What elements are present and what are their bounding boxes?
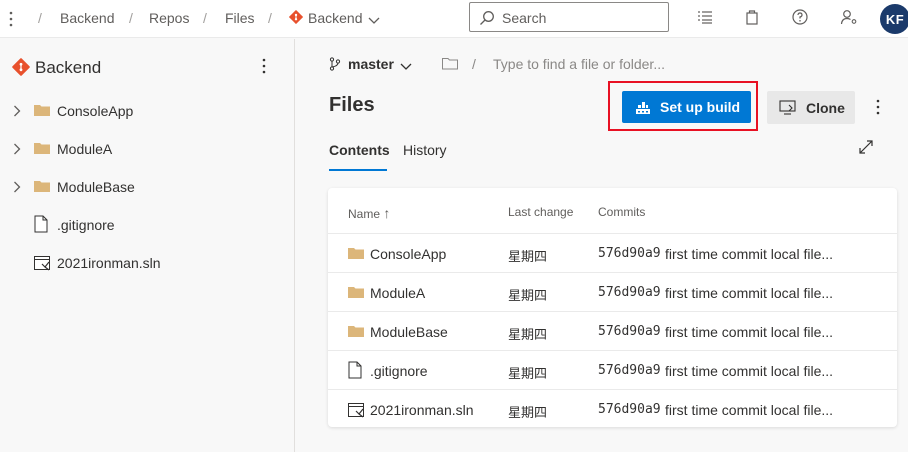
main-content: master / Type to find a file or folder..… [296, 39, 908, 452]
tree-item-label: ConsoleApp [57, 103, 134, 119]
tree-item-label: ModuleBase [57, 179, 135, 195]
expand-icon[interactable] [858, 139, 874, 158]
tree-item-gitignore[interactable]: .gitignore [0, 206, 295, 244]
chevron-right-icon[interactable] [13, 104, 21, 120]
table-row[interactable]: ModuleBase 星期四 576d90a9 first time commi… [328, 311, 897, 350]
file-name-link[interactable]: ModuleA [370, 285, 425, 301]
branch-selector[interactable]: master [348, 56, 394, 72]
tree-item-sln[interactable]: 2021ironman.sln [0, 244, 295, 282]
build-pipeline-icon [636, 102, 650, 114]
tree-item-modulebase[interactable]: ModuleBase [0, 168, 295, 206]
file-tree-panel: Backend ConsoleApp ModuleA ModuleBase .g… [0, 39, 295, 452]
folder-icon [348, 285, 364, 302]
folder-outline-icon[interactable] [442, 57, 458, 73]
file-name-link[interactable]: ModuleBase [370, 324, 448, 340]
list-settings-icon[interactable] [696, 8, 716, 28]
commit-message: first time commit local file... [665, 285, 834, 301]
search-icon [480, 11, 494, 25]
table-row[interactable]: ModuleA 星期四 576d90a9 first time commit l… [328, 272, 897, 311]
sort-ascending-icon: ↑ [383, 205, 391, 221]
folder-icon [34, 179, 50, 196]
commit-id-link[interactable]: 576d90a9 [598, 402, 661, 417]
breadcrumb-repos[interactable]: Repos [149, 10, 189, 26]
breadcrumb-separator: / [203, 10, 207, 26]
avatar[interactable]: KF [880, 4, 908, 34]
solution-file-icon [348, 402, 365, 421]
chevron-down-icon[interactable] [400, 58, 412, 74]
file-name-link[interactable]: .gitignore [370, 363, 428, 379]
path-search-input[interactable]: Type to find a file or folder... [493, 56, 665, 72]
table-row[interactable]: ConsoleApp 星期四 576d90a9 first time commi… [328, 233, 897, 272]
marketplace-bag-icon[interactable] [743, 8, 763, 28]
set-up-build-button[interactable]: Set up build [622, 91, 751, 123]
commit-message: first time commit local file... [665, 363, 834, 379]
branch-icon [329, 57, 341, 74]
last-change: 星期四 [508, 289, 548, 304]
column-header-last-change: Last change [508, 205, 574, 219]
tree-item-consoleapp[interactable]: ConsoleApp [0, 92, 295, 130]
folder-icon [348, 246, 364, 263]
chevron-right-icon[interactable] [13, 142, 21, 158]
git-repo-icon [12, 58, 30, 79]
commit-id-link[interactable]: 576d90a9 [598, 285, 661, 300]
top-bar: / Backend / Repos / Files / Backend Sear… [0, 0, 908, 38]
tree-item-label: ModuleA [57, 141, 113, 157]
chevron-down-icon[interactable] [368, 12, 380, 28]
repo-more-icon[interactable] [262, 58, 272, 76]
clone-label: Clone [806, 100, 845, 116]
breadcrumb-separator: / [38, 10, 42, 26]
path-separator: / [472, 56, 476, 72]
file-icon [34, 215, 48, 236]
search-input[interactable]: Search [469, 2, 669, 32]
folder-icon [34, 141, 50, 158]
commit-message: first time commit local file... [665, 246, 834, 262]
breadcrumb-files[interactable]: Files [225, 10, 255, 26]
search-placeholder: Search [502, 10, 547, 26]
repo-title: Backend [35, 58, 102, 77]
folder-icon [348, 324, 364, 341]
breadcrumb-repo-backend[interactable]: Backend [308, 10, 362, 26]
clone-icon [779, 100, 796, 115]
folder-icon [34, 103, 50, 120]
table-row[interactable]: 2021ironman.sln 星期四 576d90a9 first time … [328, 389, 897, 428]
last-change: 星期四 [508, 367, 548, 382]
last-change: 星期四 [508, 250, 548, 265]
breadcrumb-backend[interactable]: Backend [60, 10, 114, 26]
help-icon[interactable] [791, 8, 811, 28]
last-change: 星期四 [508, 328, 548, 343]
file-icon [348, 361, 362, 382]
more-options-icon[interactable] [876, 99, 886, 117]
file-name-link[interactable]: 2021ironman.sln [370, 402, 474, 418]
commit-id-link[interactable]: 576d90a9 [598, 246, 661, 261]
branch-bar: master / Type to find a file or folder..… [296, 39, 908, 89]
breadcrumb-separator: / [268, 10, 272, 26]
page-title: Files [329, 94, 375, 116]
solution-file-icon [34, 255, 51, 274]
tree-item-label: 2021ironman.sln [57, 255, 161, 271]
table-row[interactable]: .gitignore 星期四 576d90a9 first time commi… [328, 350, 897, 389]
commit-id-link[interactable]: 576d90a9 [598, 324, 661, 339]
vertical-ellipsis-icon[interactable] [4, 8, 18, 30]
commit-id-link[interactable]: 576d90a9 [598, 363, 661, 378]
files-table: Name ↑ Last change Commits ConsoleApp 星期… [328, 188, 897, 427]
commit-message: first time commit local file... [665, 324, 834, 340]
chevron-right-icon[interactable] [13, 180, 21, 196]
tree-item-modulea[interactable]: ModuleA [0, 130, 295, 168]
git-repo-icon [288, 9, 304, 27]
set-up-build-label: Set up build [660, 99, 741, 115]
breadcrumb-separator: / [129, 10, 133, 26]
active-tab-indicator [329, 169, 387, 171]
clone-button[interactable]: Clone [767, 91, 855, 124]
user-settings-icon[interactable] [840, 8, 860, 28]
column-header-commits: Commits [598, 205, 646, 219]
tab-contents[interactable]: Contents [329, 142, 390, 158]
last-change: 星期四 [508, 406, 548, 421]
file-name-link[interactable]: ConsoleApp [370, 246, 446, 262]
commit-message: first time commit local file... [665, 402, 834, 418]
tab-history[interactable]: History [403, 142, 447, 158]
tree-item-label: .gitignore [57, 217, 115, 233]
column-header-name[interactable]: Name ↑ [348, 205, 390, 221]
column-header-name-label: Name [348, 207, 381, 221]
